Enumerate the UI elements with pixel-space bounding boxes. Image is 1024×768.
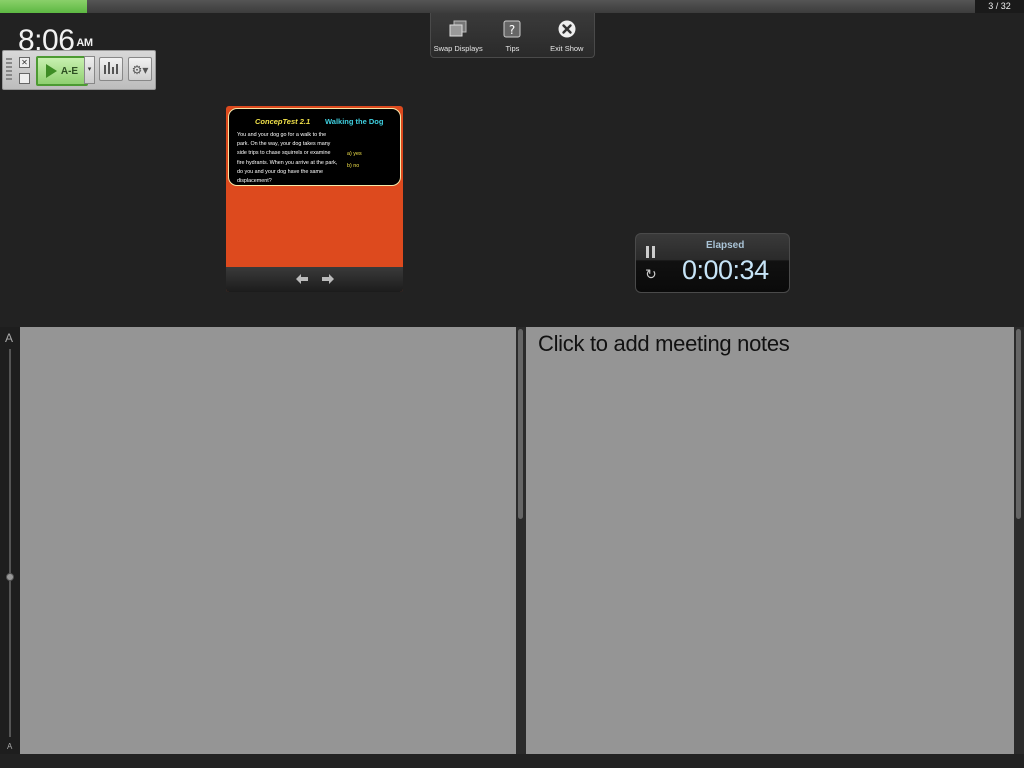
slide-nav-bar bbox=[226, 267, 403, 292]
small-font-label: A bbox=[7, 742, 13, 751]
font-size-slider[interactable]: A A bbox=[0, 327, 20, 754]
right-pane-scrollbar-track[interactable] bbox=[1014, 327, 1024, 754]
bottom-strip bbox=[0, 754, 1024, 768]
close-circle-icon bbox=[557, 19, 577, 39]
play-icon bbox=[45, 64, 57, 78]
slide-subtitle: Walking the Dog bbox=[325, 117, 384, 126]
pause-icon[interactable] bbox=[646, 246, 656, 258]
previous-slide-icon[interactable] bbox=[295, 272, 308, 287]
settings-gear-icon[interactable]: ⚙▾ bbox=[128, 57, 152, 81]
popout-icon[interactable] bbox=[19, 73, 30, 84]
reset-timer-icon[interactable]: ↻ bbox=[645, 267, 657, 281]
left-pane-scrollbar[interactable] bbox=[518, 329, 523, 519]
slide-progress-fill bbox=[0, 0, 87, 13]
next-slide-icon[interactable] bbox=[321, 272, 334, 287]
exit-show-label: Exit Show bbox=[550, 44, 584, 53]
slide-counter: 3 / 32 bbox=[975, 0, 1024, 13]
timer-value: 0:00:34 bbox=[682, 255, 769, 285]
slide-progress-bar bbox=[0, 0, 975, 13]
swap-displays-button[interactable]: Swap Displays bbox=[432, 13, 484, 53]
displays-icon bbox=[448, 19, 468, 39]
timer-label: Elapsed bbox=[706, 240, 745, 251]
pane-splitter[interactable] bbox=[516, 327, 526, 754]
slide-question-text: You and your dog go for a walk to the pa… bbox=[237, 132, 338, 185]
slider-thumb[interactable] bbox=[6, 573, 14, 581]
slider-track[interactable] bbox=[9, 349, 11, 737]
slide-title: ConcepTest 2.1 bbox=[255, 117, 311, 126]
tips-button[interactable]: ? Tips bbox=[486, 13, 538, 53]
slide-option-a: a) yes bbox=[347, 151, 362, 157]
poll-range-label: A-E bbox=[60, 65, 79, 77]
polling-toolbar[interactable]: ✕ A-E ▾ ⚙▾ bbox=[2, 50, 156, 90]
next-slide-preview[interactable]: ConcepTest 2.1 Walking the Dog You and y… bbox=[226, 106, 403, 292]
drag-handle-icon[interactable] bbox=[6, 58, 12, 82]
tips-label: Tips bbox=[505, 44, 520, 53]
slide-question-card: ConcepTest 2.1 Walking the Dog You and y… bbox=[228, 108, 401, 186]
meeting-notes-pane[interactable]: Click to add meeting notes bbox=[526, 327, 1014, 754]
poll-dropdown-button[interactable]: ▾ bbox=[84, 56, 95, 84]
meeting-notes-placeholder[interactable]: Click to add meeting notes bbox=[538, 331, 790, 357]
presenter-toolbar: Swap Displays ? Tips Exit Show bbox=[430, 13, 595, 58]
clock-ampm: AM bbox=[76, 37, 93, 49]
svg-text:?: ? bbox=[509, 23, 515, 37]
exit-show-button[interactable]: Exit Show bbox=[541, 13, 593, 53]
presenter-notes-pane[interactable] bbox=[20, 327, 516, 754]
slide-option-b: b) no bbox=[347, 163, 360, 169]
question-icon: ? bbox=[502, 19, 522, 39]
elapsed-timer: ↻ Elapsed 0:00:34 bbox=[635, 233, 790, 293]
swap-displays-label: Swap Displays bbox=[433, 44, 483, 53]
bar-chart-icon[interactable] bbox=[99, 57, 123, 81]
close-toolbar-button[interactable]: ✕ bbox=[19, 57, 30, 68]
right-pane-scrollbar[interactable] bbox=[1016, 329, 1021, 519]
large-font-label: A bbox=[5, 331, 14, 345]
start-poll-button[interactable]: A-E bbox=[36, 56, 88, 86]
